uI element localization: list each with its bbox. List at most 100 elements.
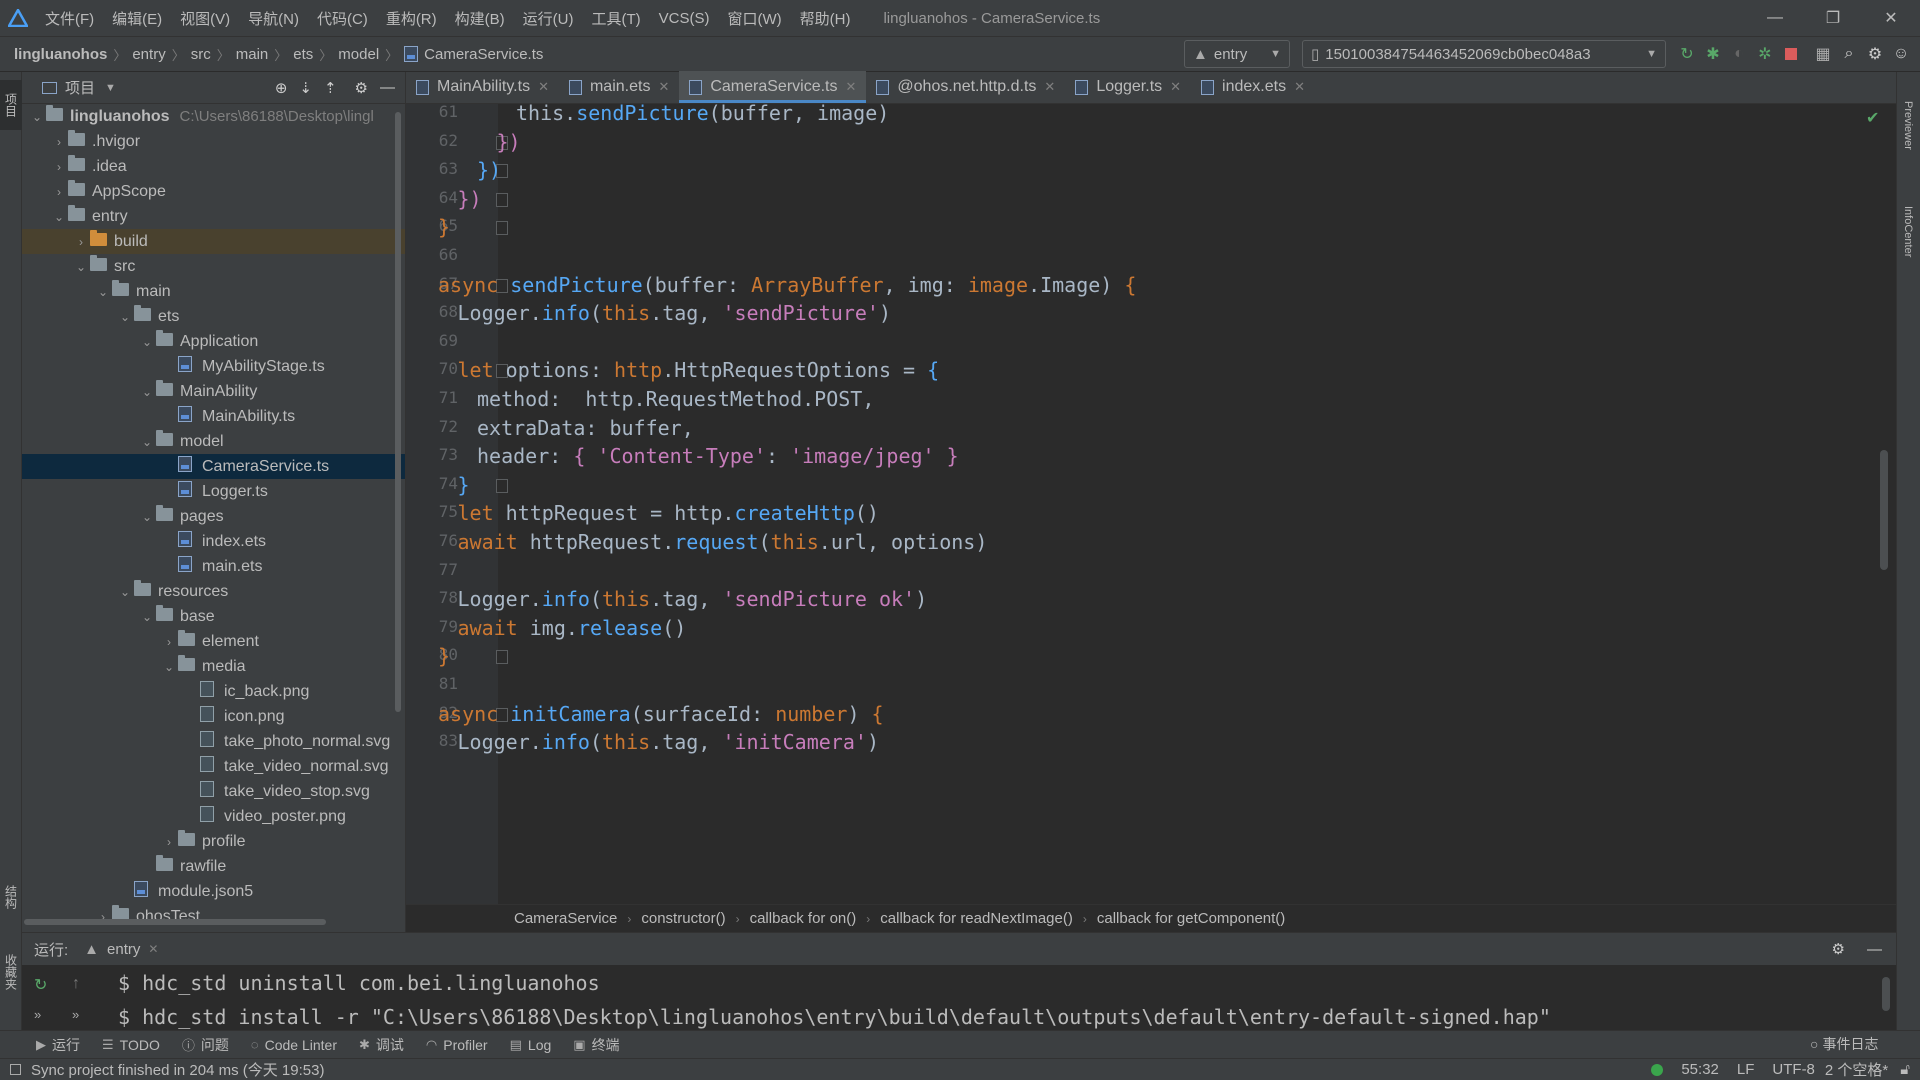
arrow-up-icon[interactable]: ↑ [72,975,80,993]
rerun-icon[interactable]: ↻ [34,975,47,995]
tool-tab[interactable]: ▤ Log [510,1037,552,1053]
close-icon[interactable]: ✕ [538,79,549,95]
favorites-side-tab[interactable]: 收藏夹 [0,942,22,1002]
chevron-down-icon[interactable]: ▼ [105,82,116,94]
fold-marker-icon[interactable] [496,478,508,493]
editor-tab[interactable]: CameraService.ts ✕ [679,71,867,103]
editor-tab[interactable]: main.ets ✕ [559,71,679,103]
tree-item[interactable]: ⌄ MainAbility [22,379,405,404]
hide-panel-icon[interactable]: — [1867,941,1882,958]
menu-item[interactable]: 帮助(H) [791,8,860,29]
chevron-down-icon[interactable]: ⌄ [160,660,178,674]
tree-item[interactable]: ic_back.png [22,679,405,704]
tree-item[interactable]: take_video_normal.svg [22,754,405,779]
editor-breadcrumb-item[interactable]: constructor() [641,910,725,927]
tree-item[interactable]: ⌄ resources [22,579,405,604]
editor-tab[interactable]: Logger.ts ✕ [1065,71,1191,103]
chevron-right-icon[interactable]: › [160,835,178,849]
tree-item[interactable]: ⌄ media [22,654,405,679]
chevron-down-icon[interactable]: ⌄ [50,210,68,224]
line-separator[interactable]: LF [1737,1061,1755,1078]
chevron-down-icon[interactable]: ⌄ [138,435,156,449]
debug-icon[interactable]: ✱ [1700,40,1726,68]
indent-setting[interactable]: 2 个空格* [1825,1059,1888,1080]
breadcrumb-item[interactable]: lingluanohos [14,46,107,63]
fold-marker-icon[interactable] [496,650,508,665]
chevron-right-icon[interactable]: › [160,635,178,649]
breadcrumb-item[interactable]: src [191,46,211,63]
code-editor[interactable]: 61 62 63 64 65 66 67 68 69 70 71 72 73 74 75 76 77 78 79 80… [406,104,1896,904]
chevron-down-icon[interactable]: ⌄ [116,585,134,599]
tree-item[interactable]: video_poster.png [22,804,405,829]
editor-scrollbar[interactable] [1880,450,1888,570]
tree-item[interactable]: › .hvigor [22,129,405,154]
menu-item[interactable]: 窗口(W) [718,8,790,29]
expand-all-icon[interactable]: ⇣ [299,79,312,97]
editor-breadcrumb-item[interactable]: callback for on() [750,910,857,927]
attach-debugger-icon[interactable]: ◐ [1726,40,1752,68]
code-line[interactable]: await img.release() [458,611,687,646]
tree-item[interactable]: › ohosTest [22,904,405,929]
gear-icon[interactable]: ⚙ [1832,940,1845,958]
hide-panel-icon[interactable]: — [380,79,395,96]
minimize-button[interactable]: — [1746,0,1804,36]
caret-position[interactable]: 55:32 [1681,1061,1719,1078]
tree-item[interactable]: main.ets [22,554,405,579]
close-icon[interactable]: ✕ [1170,79,1181,95]
tree-item[interactable]: take_video_stop.svg [22,779,405,804]
code-line[interactable]: header: { 'Content-Type': 'image/jpeg' } [477,439,959,474]
console-scrollbar[interactable] [1882,977,1890,1011]
collapse-all-icon[interactable]: ⇡ [324,79,337,97]
editor-breadcrumb-item[interactable]: callback for getComponent() [1097,910,1285,927]
close-button[interactable]: ✕ [1862,0,1920,36]
more-icon[interactable]: » [72,1007,79,1022]
run-config-select[interactable]: ▲ entry ▼ [1184,40,1290,68]
tree-item[interactable]: › profile [22,829,405,854]
menu-item[interactable]: 代码(C) [308,8,377,29]
tree-item[interactable]: ⌄ Application [22,329,405,354]
tree-item[interactable]: index.ets [22,529,405,554]
tool-tab[interactable]: ◠ Profiler [426,1037,488,1053]
lock-icon[interactable]: 🔓︎ [1900,1061,1910,1078]
tree-horizontal-scrollbar[interactable] [24,919,326,925]
tree-item[interactable]: ⌄ model [22,429,405,454]
tree-item[interactable]: rawfile [22,854,405,879]
code-line[interactable]: Logger.info(this.tag, 'sendPicture') [458,296,892,331]
tree-item[interactable]: module.json5 [22,879,405,904]
close-icon[interactable]: ✕ [1044,79,1055,95]
tool-tab[interactable]: ⓘ 问题 [182,1035,229,1055]
chevron-right-icon[interactable]: › [50,160,68,174]
tree-item[interactable]: ⌄ pages [22,504,405,529]
tree-item[interactable]: Logger.ts [22,479,405,504]
project-panel-title[interactable]: 项目 [65,77,95,98]
device-select[interactable]: ▯ 150100384754463452069cb0bec048a3 ▼ [1302,40,1666,68]
breadcrumb-item[interactable]: model [338,46,379,63]
tool-tab[interactable]: ✱ 调试 [359,1035,404,1055]
menu-item[interactable]: 工具(T) [582,8,649,29]
editor-tab[interactable]: @ohos.net.http.d.ts ✕ [866,71,1065,103]
tree-item[interactable]: MyAbilityStage.ts [22,354,405,379]
menu-item[interactable]: 重构(R) [377,8,446,29]
code-line[interactable]: } [438,639,450,674]
tree-item[interactable]: ⌄ entry [22,204,405,229]
close-icon[interactable]: ✕ [846,79,857,95]
restore-button[interactable]: ❐ [1804,0,1862,36]
tree-item[interactable]: ⌄ main [22,279,405,304]
file-encoding[interactable]: UTF-8 [1772,1061,1815,1078]
tool-tab[interactable]: ▣ 终端 [573,1035,619,1055]
breadcrumb-item[interactable]: entry [132,46,165,63]
tree-item[interactable]: MainAbility.ts [22,404,405,429]
breadcrumb-item[interactable]: CameraService.ts [424,46,543,63]
tool-tab[interactable]: ◌ Code Linter [251,1037,337,1053]
project-structure-icon[interactable]: ▦ [1810,40,1836,68]
run-tab-label[interactable]: entry [107,941,140,958]
code-line[interactable]: Logger.info(this.tag, 'initCamera') [458,725,879,760]
profile-icon[interactable]: ✲ [1752,40,1778,68]
code-line[interactable]: await httpRequest.request(this.url, opti… [458,525,988,560]
fold-marker-icon[interactable] [496,192,508,207]
menu-item[interactable]: 导航(N) [239,8,308,29]
search-icon[interactable]: ⌕ [1836,40,1862,68]
gear-icon[interactable]: ⚙ [355,79,368,97]
locate-icon[interactable]: ⊕ [275,79,288,97]
chevron-down-icon[interactable]: ⌄ [72,260,90,274]
